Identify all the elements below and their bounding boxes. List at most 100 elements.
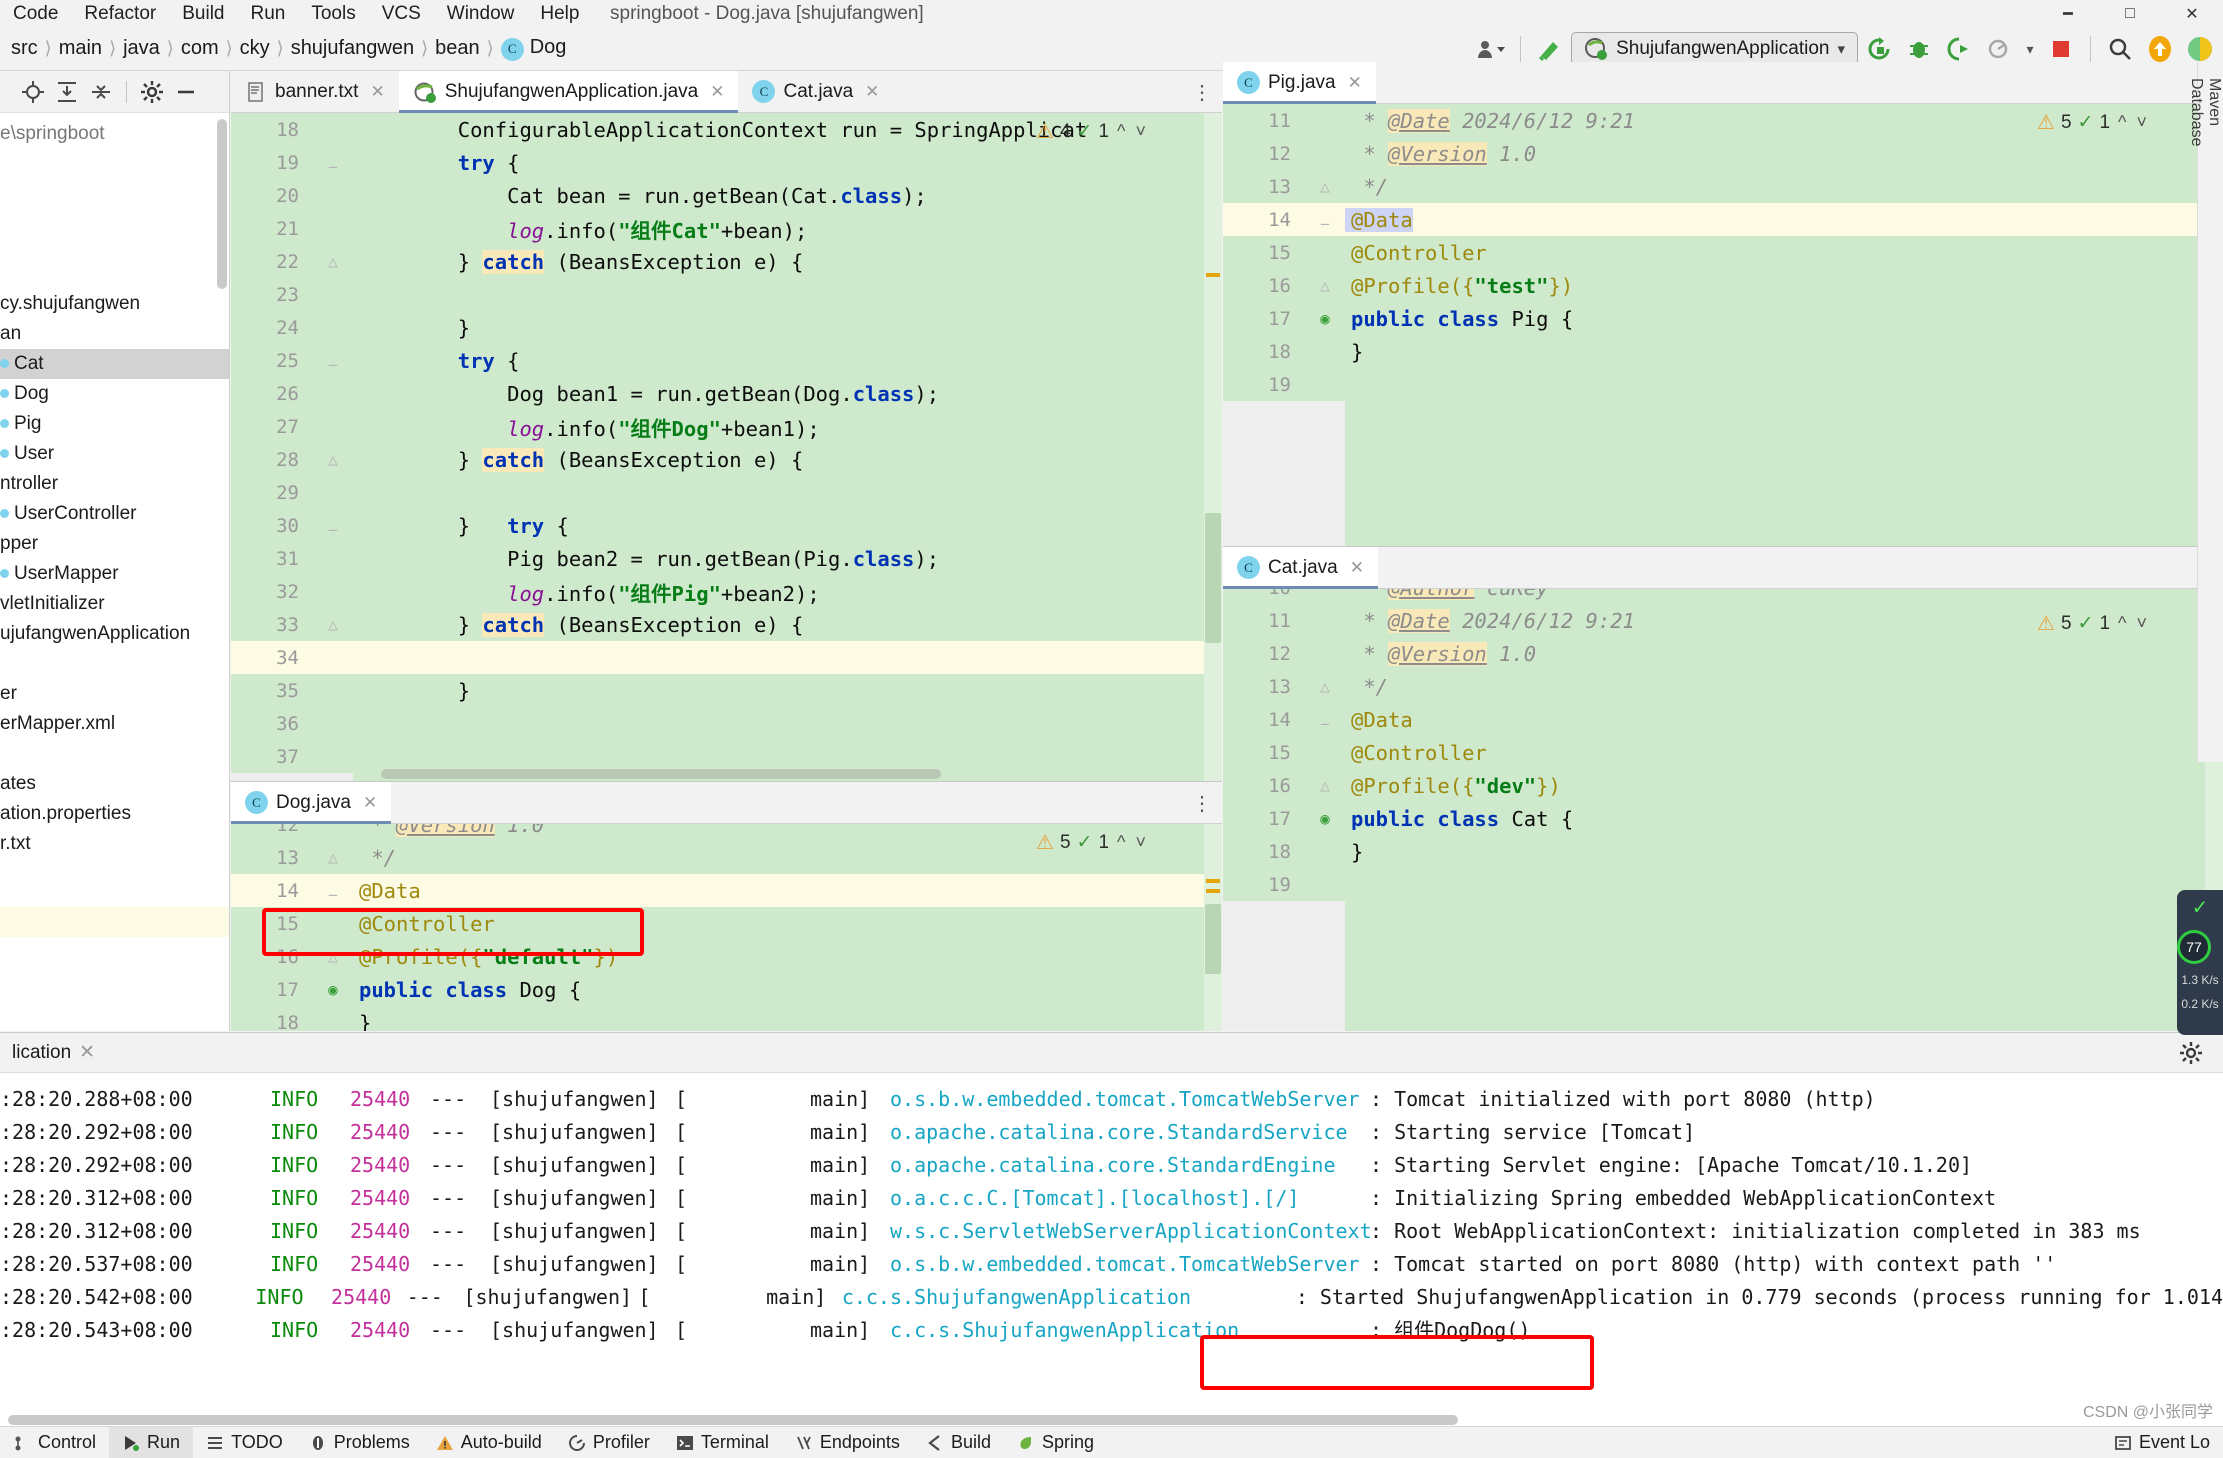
chevron-down-icon[interactable]: ▾ xyxy=(1837,40,1845,58)
fold-marker[interactable]: ⚊ xyxy=(313,153,353,172)
statusbar-build[interactable]: Build xyxy=(913,1427,1004,1458)
expand-all-icon[interactable] xyxy=(52,77,82,107)
run-tab-application[interactable]: lication ✕ xyxy=(0,1041,107,1064)
tree-item-application[interactable]: ujufangwenApplication xyxy=(0,619,229,649)
dog-scroll-map[interactable] xyxy=(1204,824,1222,1031)
tree-item-servletinitializer[interactable]: vletInitializer xyxy=(0,589,229,619)
tab-cat-java-right[interactable]: C Cat.java ✕ xyxy=(1223,547,1378,589)
fold-marker[interactable]: △ xyxy=(1305,177,1345,196)
breadcrumb-shujufangwen[interactable]: shujufangwen xyxy=(284,37,421,60)
breadcrumb-com[interactable]: com xyxy=(174,37,226,60)
shield-check-icon[interactable]: ✓ xyxy=(2177,890,2223,925)
cat-inspection-widget[interactable]: ⚠ 5 ✓ 1 ^ ˅ xyxy=(2037,611,2149,636)
hide-panel-icon[interactable] xyxy=(171,77,201,107)
next-problem-icon[interactable]: ˅ xyxy=(1133,832,1148,853)
fold-marker[interactable]: △ xyxy=(313,848,353,867)
tab-dog-java[interactable]: C Dog.java ✕ xyxy=(231,782,392,824)
breadcrumb-java[interactable]: java xyxy=(116,37,167,60)
breadcrumb-cky[interactable]: cky xyxy=(233,37,277,60)
tab-pig-java[interactable]: C Pig.java ✕ xyxy=(1223,62,1376,104)
statusbar-run[interactable]: Run xyxy=(109,1427,194,1458)
rail-maven[interactable]: Maven xyxy=(2205,78,2223,736)
tree-root-path[interactable]: e\springboot xyxy=(0,119,229,149)
statusbar-terminal[interactable]: Terminal xyxy=(663,1427,782,1458)
menu-window[interactable]: Window xyxy=(434,0,528,27)
tree-item-banner-txt[interactable]: r.txt xyxy=(0,829,229,859)
tree-item-templates[interactable]: ates xyxy=(0,769,229,799)
menu-build[interactable]: Build xyxy=(169,0,237,27)
tree-item-usermapper[interactable]: UserMapper xyxy=(0,559,229,589)
dog-inspection-widget[interactable]: ⚠ 5 ✓ 1 ^ ˅ xyxy=(1036,830,1148,855)
close-icon[interactable]: ✕ xyxy=(370,82,384,102)
next-problem-icon[interactable]: ˅ xyxy=(2134,613,2149,634)
tab-shujufangwenapplication-java[interactable]: ShujufangwenApplication.java ✕ xyxy=(398,71,739,113)
fold-marker[interactable]: △ xyxy=(1305,776,1345,795)
scroll-thumb[interactable] xyxy=(1205,904,1221,974)
previous-problem-icon[interactable]: ^ xyxy=(2116,112,2128,133)
menu-help[interactable]: Help xyxy=(527,0,592,27)
close-icon[interactable]: ✕ xyxy=(1348,73,1362,93)
statusbar-auto-build[interactable]: Auto-build xyxy=(423,1427,555,1458)
dog-code-area[interactable]: 12 * @Version 1.0 13 △ */ 14 ⚊ @Data 15 … xyxy=(231,824,1222,1031)
fold-marker[interactable]: ⚊ xyxy=(1305,210,1345,229)
breadcrumb-current[interactable]: C Dog xyxy=(494,36,574,61)
previous-problem-icon[interactable]: ^ xyxy=(1115,832,1127,853)
statusbar-endpoints[interactable]: Endpoints xyxy=(782,1427,913,1458)
close-icon[interactable]: ✕ xyxy=(79,1041,95,1064)
statusbar-problems[interactable]: Problems xyxy=(296,1427,423,1458)
statusbar-spring[interactable]: Spring xyxy=(1004,1427,1107,1458)
tab-cat-java[interactable]: C Cat.java ✕ xyxy=(738,71,893,112)
breadcrumb-main[interactable]: main xyxy=(52,37,109,60)
fold-marker[interactable]: ⚊ xyxy=(1305,710,1345,729)
dog-editor-options-icon[interactable]: ⋮ xyxy=(1192,782,1212,824)
fold-marker[interactable]: △ xyxy=(1305,677,1345,696)
close-icon[interactable]: ✕ xyxy=(363,793,377,813)
pig-code-area[interactable]: 11 * @Date 2024/6/12 9:21 12 * @Version … xyxy=(1223,104,2223,552)
tree-item-usercontroller[interactable]: UserController xyxy=(0,499,229,529)
inspection-widget[interactable]: ⚠ 4 ✓ 1 ^ ˅ xyxy=(1036,119,1148,144)
horizontal-scrollbar[interactable] xyxy=(381,769,941,779)
editor-scroll-map[interactable] xyxy=(1204,113,1222,781)
cat-code-area[interactable]: 10 * @Author cuKey 11 * @Date 2024/6/12 … xyxy=(1223,589,2223,1031)
close-icon[interactable]: ✕ xyxy=(2161,0,2223,27)
tree-item-package[interactable]: cy.shujufangwen xyxy=(0,289,229,319)
close-icon[interactable]: ✕ xyxy=(1350,558,1364,578)
project-scrollbar[interactable] xyxy=(217,119,227,289)
fold-marker[interactable]: ⚊ xyxy=(313,516,353,535)
close-icon[interactable]: ✕ xyxy=(710,82,724,102)
tree-item-bean[interactable]: an xyxy=(0,319,229,349)
menu-vcs[interactable]: VCS xyxy=(369,0,434,27)
tree-item-controller-pkg[interactable]: ntroller xyxy=(0,469,229,499)
gear-icon[interactable] xyxy=(2179,1041,2203,1071)
statusbar-profiler[interactable]: Profiler xyxy=(555,1427,663,1458)
tree-item-pig[interactable]: Pig xyxy=(0,409,229,439)
fold-marker[interactable]: △ xyxy=(313,947,353,966)
scroll-thumb[interactable] xyxy=(1205,513,1221,643)
previous-problem-icon[interactable]: ^ xyxy=(1115,121,1127,142)
previous-problem-icon[interactable]: ^ xyxy=(2116,613,2128,634)
maximize-icon[interactable]: □ xyxy=(2099,0,2161,27)
menu-run[interactable]: Run xyxy=(237,0,298,27)
tree-item-cat[interactable]: Cat xyxy=(0,349,229,379)
fold-marker[interactable]: △ xyxy=(313,450,353,469)
statusbar-version-control[interactable]: Control xyxy=(0,1427,109,1458)
run-configuration-selector[interactable]: ShujufangwenApplication ▾ xyxy=(1571,32,1858,66)
minimize-icon[interactable]: ━ xyxy=(2037,0,2099,27)
fold-marker[interactable]: ⚊ xyxy=(313,881,353,900)
next-problem-icon[interactable]: ˅ xyxy=(2134,112,2149,133)
console-horizontal-scrollbar[interactable] xyxy=(8,1415,1458,1425)
menu-refactor[interactable]: Refactor xyxy=(71,0,169,27)
fold-marker[interactable]: ⚊ xyxy=(313,351,353,370)
fold-marker[interactable]: △ xyxy=(1305,276,1345,295)
statusbar-event-log[interactable]: Event Lo xyxy=(2101,1427,2223,1458)
tree-item-mapper-pkg[interactable]: pper xyxy=(0,529,229,559)
tree-item-application-properties[interactable]: ation.properties xyxy=(0,799,229,829)
tree-item-mapper-dir[interactable]: er xyxy=(0,679,229,709)
editor-options-icon[interactable]: ⋮ xyxy=(1192,71,1212,113)
tree-item-usermapper-xml[interactable]: erMapper.xml xyxy=(0,709,229,739)
main-code-area[interactable]: 18 ConfigurableApplicationContext run = … xyxy=(231,113,1222,781)
floating-monitor-widget[interactable]: ✓ 77 1.3 K/s 0.2 K/s xyxy=(2177,890,2223,1035)
breadcrumb-bean[interactable]: bean xyxy=(428,37,487,60)
run-console[interactable]: :28:20.288+08:00 INFO 25440 --- [shujufa… xyxy=(0,1073,2223,1427)
menu-tools[interactable]: Tools xyxy=(298,0,368,27)
